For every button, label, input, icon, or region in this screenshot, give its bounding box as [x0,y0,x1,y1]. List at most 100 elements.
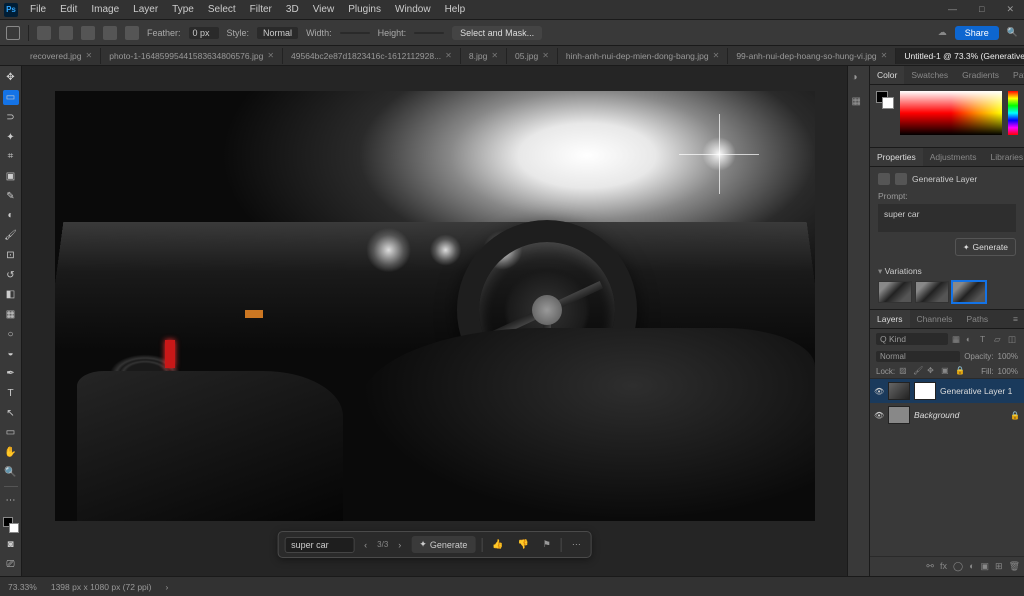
tab-layers[interactable]: Layers [870,310,910,328]
lasso-tool[interactable]: ⊃ [3,109,19,125]
history-brush-tool[interactable]: ↺ [3,267,19,283]
close-icon[interactable]: ✕ [713,51,720,60]
layer-mask-thumbnail[interactable] [914,382,936,400]
tab-doc-2[interactable]: 49564bc2e87d1823416c-1612112928...✕ [283,48,461,64]
selection-subtract-icon[interactable] [103,26,117,40]
menu-type[interactable]: Type [166,2,200,17]
tab-doc-4[interactable]: 05.jpg✕ [507,48,558,64]
brush-tool[interactable]: 🖌 [3,228,19,244]
tab-libraries[interactable]: Libraries [984,148,1024,166]
tab-adjustments[interactable]: Adjustments [923,148,984,166]
filter-kind-select[interactable]: Q Kind [876,333,948,345]
lock-nest-icon[interactable]: ▣ [941,366,951,376]
select-and-mask-button[interactable]: Select and Mask... [452,26,542,40]
feather-input[interactable]: 0 px [189,27,219,39]
visibility-icon[interactable]: 👁 [874,411,884,420]
close-icon[interactable]: ✕ [267,51,274,60]
search-icon[interactable]: 🔍 [1007,27,1018,38]
minimize-button[interactable]: — [942,2,963,17]
flag-button[interactable]: ⚑ [539,539,555,550]
menu-3d[interactable]: 3D [280,2,305,17]
tab-properties[interactable]: Properties [870,148,923,166]
opacity-value[interactable]: 100% [998,352,1018,361]
tab-doc-3[interactable]: 8.jpg✕ [461,48,507,64]
visibility-icon[interactable]: 👁 [874,387,884,396]
group-icon[interactable]: ▣ [981,561,990,572]
lock-icon[interactable]: 🔒 [1010,411,1020,420]
gradient-tool[interactable]: ▦ [3,307,19,323]
layer-name[interactable]: Generative Layer 1 [940,386,1012,396]
tab-patterns[interactable]: Patterns [1006,66,1024,84]
color-swatch[interactable] [876,91,894,109]
close-icon[interactable]: ✕ [445,51,452,60]
layer-fx-icon[interactable]: fx [940,561,947,572]
document-dimensions[interactable]: 1398 px x 1080 px (72 ppi) [51,582,152,592]
menu-view[interactable]: View [307,2,341,17]
panel-icon[interactable]: ◑ [852,72,866,86]
lock-all-icon[interactable]: 🔒 [955,366,965,376]
dodge-tool[interactable]: ◒ [3,346,19,362]
width-input[interactable] [340,32,370,34]
selection-new-icon[interactable] [59,26,73,40]
wand-tool[interactable]: ✦ [3,129,19,145]
link-layers-icon[interactable]: ⚯ [926,561,934,572]
close-icon[interactable]: ✕ [881,51,888,60]
menu-image[interactable]: Image [85,2,125,17]
document[interactable] [55,91,815,521]
close-icon[interactable]: ✕ [491,51,498,60]
adjustment-layer-icon[interactable]: ◐ [969,561,974,572]
filter-adj-icon[interactable]: ◐ [966,334,976,344]
new-layer-icon[interactable]: ⊞ [995,561,1003,572]
cloud-icon[interactable]: ☁ [938,27,947,38]
heal-tool[interactable]: ◐ [3,208,19,224]
style-select[interactable]: Normal [257,27,298,39]
color-spectrum[interactable] [900,91,1002,135]
tab-doc-7[interactable]: Untitled-1 @ 73.3% (Generative Layer 1, … [896,48,1024,64]
layer-row[interactable]: 👁 Generative Layer 1 [870,379,1024,403]
maximize-button[interactable]: □ [973,2,990,17]
tab-channels[interactable]: Channels [910,310,960,328]
tab-doc-5[interactable]: hinh-anh-nui-dep-mien-dong-bang.jpg✕ [558,48,728,64]
hand-tool[interactable]: ✋ [3,445,19,461]
stamp-tool[interactable]: ⊡ [3,247,19,263]
fill-value[interactable]: 100% [998,367,1018,376]
zoom-level[interactable]: 73.33% [8,582,37,592]
tab-doc-6[interactable]: 99-anh-nui-dep-hoang-so-hung-vi.jpg✕ [728,48,896,64]
generate-button[interactable]: ✦Generate [411,536,475,553]
close-icon[interactable]: ✕ [542,51,549,60]
lock-pixel-icon[interactable]: 🖌 [913,366,923,376]
menu-help[interactable]: Help [439,2,472,17]
menu-file[interactable]: File [24,2,52,17]
close-button[interactable]: ✕ [1000,2,1020,17]
prompt-input[interactable]: super car [284,537,354,553]
move-tool[interactable]: ✥ [3,70,19,86]
height-input[interactable] [414,32,444,34]
eraser-tool[interactable]: ◧ [3,287,19,303]
tab-gradients[interactable]: Gradients [955,66,1006,84]
share-button[interactable]: Share [955,26,999,40]
variation-thumb-1[interactable] [878,281,912,303]
blend-mode-select[interactable]: Normal [876,351,960,362]
tab-doc-1[interactable]: photo-1-16485995441583634806576.jpg✕ [101,48,283,64]
layer-thumbnail[interactable] [888,382,910,400]
filter-pixel-icon[interactable]: ▦ [952,334,962,344]
pen-tool[interactable]: ✒ [3,366,19,382]
menu-edit[interactable]: Edit [54,2,83,17]
chevron-right-icon[interactable]: › [166,582,169,592]
type-tool[interactable]: T [3,386,19,402]
variation-thumb-3[interactable] [952,281,986,303]
thumbs-down-button[interactable]: 👎 [514,539,533,550]
crop-tool[interactable]: ⌗ [3,149,19,165]
prev-variation-button[interactable]: ‹ [360,540,371,550]
screenmode-tool[interactable]: ⎚ [3,556,19,572]
more-button[interactable]: ⋯ [568,539,585,550]
home-icon[interactable] [6,26,20,40]
hue-slider[interactable] [1008,91,1018,135]
generate-button[interactable]: Generate [955,238,1016,256]
tool-preset-icon[interactable] [37,26,51,40]
panel-menu-icon[interactable]: ≡ [1007,310,1024,328]
marquee-tool[interactable]: ▭ [3,90,19,106]
layer-name[interactable]: Background [914,410,959,420]
lock-trans-icon[interactable]: ▨ [899,366,909,376]
path-tool[interactable]: ↖ [3,405,19,421]
